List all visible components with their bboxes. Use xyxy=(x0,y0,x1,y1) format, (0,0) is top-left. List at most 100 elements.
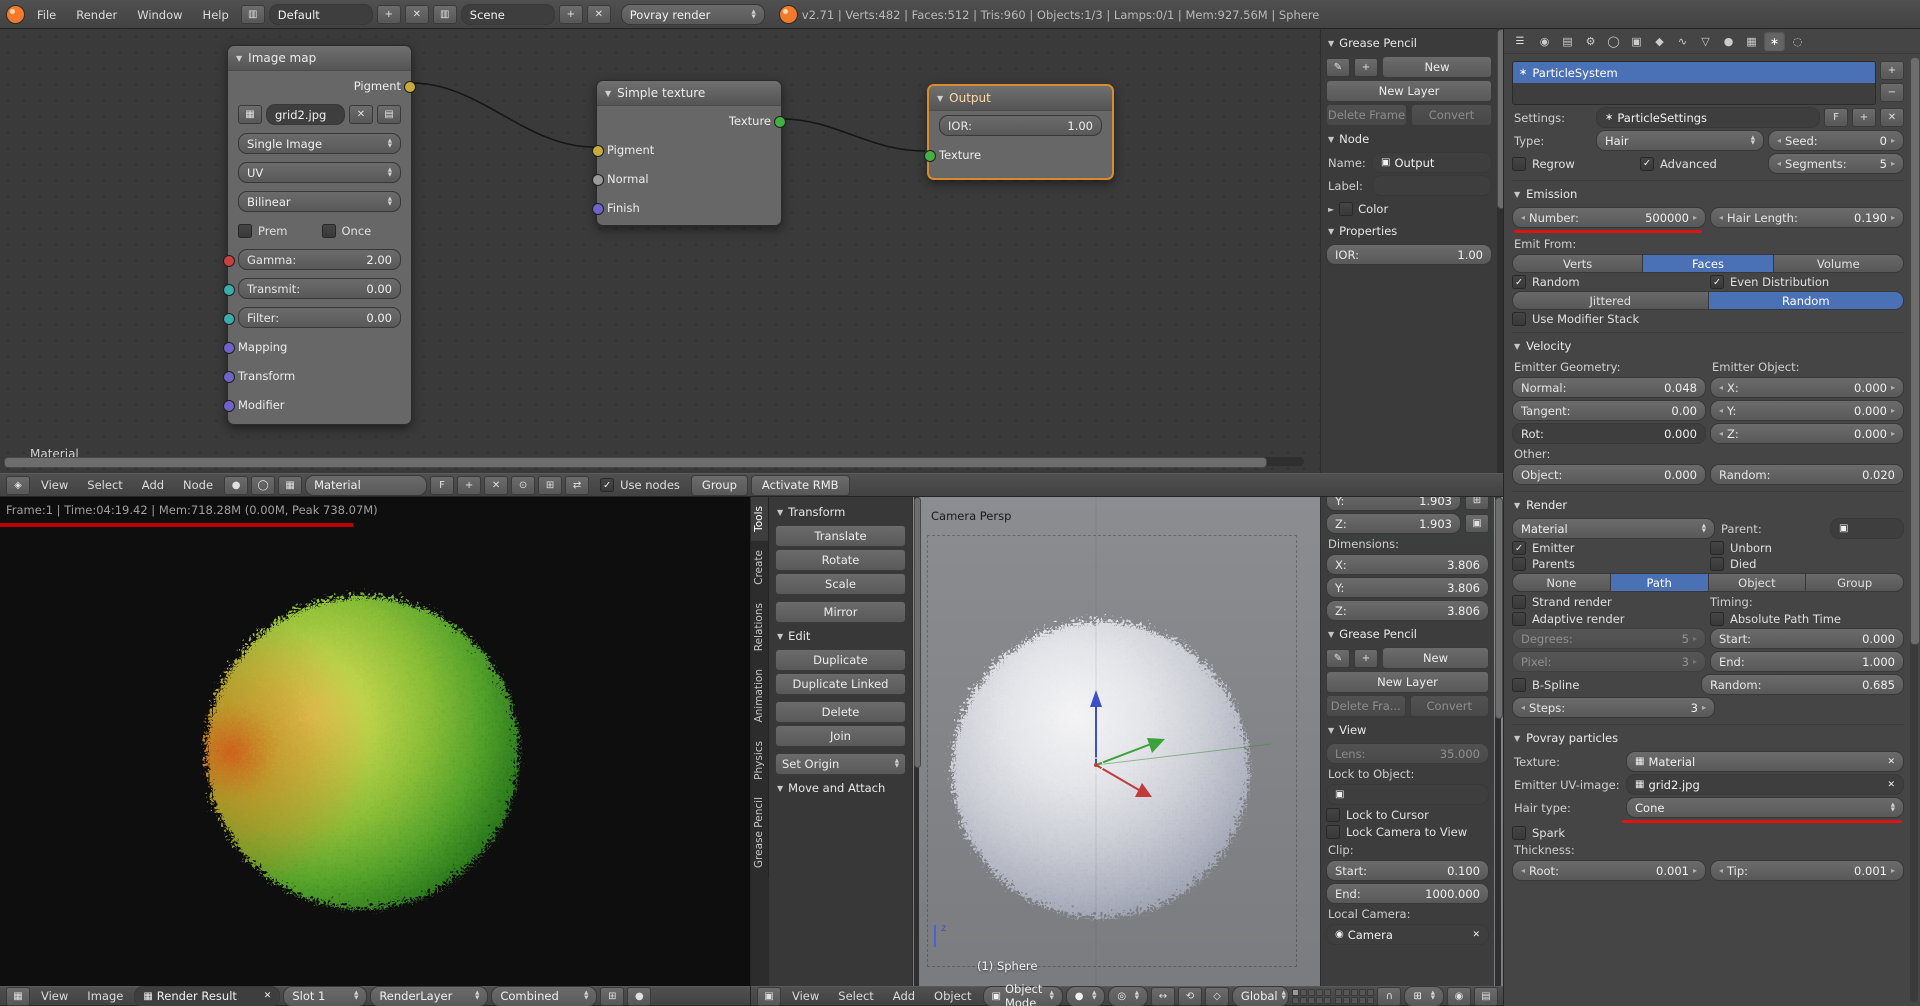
node-name-field[interactable]: Output xyxy=(1372,152,1492,173)
panel-pin-icon[interactable] xyxy=(1465,514,1489,533)
steps-field[interactable]: ◂Steps:3▸ xyxy=(1512,697,1715,718)
lock-object-field[interactable] xyxy=(1326,784,1489,805)
remove-particle-system-button[interactable] xyxy=(1880,83,1904,102)
decrement-icon[interactable]: ◂ xyxy=(1719,383,1723,392)
checkbox-icon[interactable] xyxy=(1339,202,1353,216)
increment-icon[interactable]: ▸ xyxy=(1891,429,1895,438)
add-icon[interactable] xyxy=(1354,58,1378,77)
adaptive-render-checkbox[interactable]: Adaptive render xyxy=(1512,612,1706,626)
scrollbar-thumb[interactable] xyxy=(914,497,921,768)
tab-constraints[interactable] xyxy=(1649,31,1670,51)
snap-toggle-icon[interactable] xyxy=(1377,987,1401,1006)
absolute-path-time-checkbox[interactable]: Absolute Path Time xyxy=(1710,612,1904,626)
menu-object[interactable]: Object xyxy=(926,987,979,1005)
editor-type-button[interactable] xyxy=(757,987,781,1006)
node-canvas[interactable]: Image map Pigment grid2.jpg Single Image… xyxy=(0,29,1320,473)
seed-field[interactable]: ◂Seed:0▸ xyxy=(1768,130,1904,151)
normal-field[interactable]: Normal:0.048 xyxy=(1512,377,1706,398)
gp-delete-frame-button[interactable]: Delete Frame xyxy=(1326,104,1407,126)
even-distribution-checkbox[interactable]: Even Distribution xyxy=(1710,275,1904,289)
distribution-jittered[interactable]: Jittered xyxy=(1512,291,1709,310)
pin-icon[interactable] xyxy=(511,476,535,495)
screen-layout-selector[interactable]: Default xyxy=(269,4,373,25)
render-mode-path[interactable]: Path xyxy=(1611,573,1709,592)
activate-rmb-button[interactable]: Activate RMB xyxy=(751,475,850,496)
velocity-y-field[interactable]: ◂Y:0.000▸ xyxy=(1710,400,1904,421)
gamma-input-socket[interactable] xyxy=(223,255,235,267)
tab-render[interactable] xyxy=(1534,31,1555,51)
image-name-field[interactable]: grid2.jpg xyxy=(266,104,345,125)
increment-icon[interactable]: ▸ xyxy=(1891,866,1895,875)
mode-dropdown[interactable]: Object Mode xyxy=(983,986,1063,1006)
properties-panel-header[interactable]: Properties xyxy=(1326,220,1492,242)
screen-layout-icon[interactable] xyxy=(241,5,265,24)
decrement-icon[interactable]: ◂ xyxy=(1777,136,1781,145)
properties-scrollbar[interactable] xyxy=(1910,57,1918,1002)
type-dropdown[interactable]: Hair xyxy=(1596,130,1764,151)
velocity-z-field[interactable]: ◂Z:0.000▸ xyxy=(1710,423,1904,444)
particle-settings-selector[interactable]: ParticleSettings xyxy=(1596,107,1820,128)
parent-field[interactable] xyxy=(1830,518,1904,539)
particle-system-empty-row[interactable] xyxy=(1513,83,1875,104)
parents-checkbox[interactable]: Parents xyxy=(1512,557,1706,571)
new-material-button[interactable] xyxy=(457,476,481,495)
increment-icon[interactable]: ▸ xyxy=(1693,213,1697,222)
scene-selector[interactable]: Scene xyxy=(461,4,555,25)
manipulator-translate-icon[interactable] xyxy=(1151,987,1175,1006)
menu-render[interactable]: Render xyxy=(68,6,125,24)
finish-input-socket[interactable] xyxy=(592,203,604,215)
emit-from-verts[interactable]: Verts xyxy=(1512,254,1643,273)
decrement-icon[interactable]: ◂ xyxy=(1719,429,1723,438)
close-scene-button[interactable] xyxy=(587,5,611,24)
advanced-checkbox[interactable]: Advanced xyxy=(1640,157,1764,171)
viewport-3d[interactable]: Camera Persp (1) Sphere z Tools Create R… xyxy=(751,497,1504,1006)
lock-to-cursor-checkbox[interactable]: Lock to Cursor xyxy=(1326,808,1489,822)
ior-field[interactable]: IOR:1.00 xyxy=(939,115,1102,136)
render-pass-dropdown[interactable]: Combined xyxy=(491,986,597,1006)
add-layout-button[interactable] xyxy=(377,5,401,24)
mapping-input-socket[interactable] xyxy=(223,342,235,354)
emit-from-faces[interactable]: Faces xyxy=(1643,254,1773,273)
tip-field[interactable]: ◂Tip:0.001▸ xyxy=(1710,860,1904,881)
texture-output-socket[interactable] xyxy=(774,116,786,128)
decrement-icon[interactable]: ◂ xyxy=(1521,213,1525,222)
new-settings-button[interactable] xyxy=(1852,108,1876,127)
interpolation-dropdown[interactable]: Bilinear xyxy=(238,191,401,212)
hair-type-dropdown[interactable]: Cone xyxy=(1626,797,1904,818)
gp-new-button[interactable]: New xyxy=(1382,56,1492,78)
open-image-button[interactable] xyxy=(377,105,401,124)
povray-particles-section-header[interactable]: Povray particles xyxy=(1512,724,1904,749)
group-button[interactable]: Group xyxy=(691,475,748,496)
local-camera-field[interactable]: Camera xyxy=(1326,924,1489,945)
node-sidebar-scrollbar[interactable] xyxy=(1497,29,1504,473)
shading-dropdown[interactable] xyxy=(1066,986,1106,1006)
mirror-button[interactable]: Mirror xyxy=(775,601,906,623)
viewport-sidebar-scrollbar[interactable] xyxy=(1495,497,1501,986)
tab-create[interactable]: Create xyxy=(751,541,769,594)
menu-add[interactable]: Add xyxy=(885,987,923,1005)
node-horizontal-scrollbar[interactable] xyxy=(4,457,1304,466)
clip-end-field[interactable]: End:1000.000 xyxy=(1326,883,1489,904)
root-field[interactable]: ◂Root:0.001▸ xyxy=(1512,860,1706,881)
close-icon[interactable] xyxy=(1887,780,1895,790)
emitter-checkbox[interactable]: Emitter xyxy=(1512,541,1706,555)
increment-icon[interactable]: ▸ xyxy=(1891,383,1895,392)
snap-grid-icon[interactable] xyxy=(538,476,562,495)
filter-input-socket[interactable] xyxy=(223,313,235,325)
opengl-animation-icon[interactable] xyxy=(1474,987,1498,1006)
bspline-checkbox[interactable]: B-Spline xyxy=(1512,678,1697,692)
render-canvas[interactable]: Frame:1 | Time:04:19.42 | Mem:718.28M (0… xyxy=(0,497,751,986)
dimension-y-field[interactable]: Y:3.806 xyxy=(1326,577,1489,598)
pigment-input-socket[interactable] xyxy=(592,145,604,157)
use-nodes-checkbox[interactable]: Use nodes xyxy=(600,478,680,492)
prem-checkbox[interactable]: Prem xyxy=(238,224,318,238)
menu-file[interactable]: File xyxy=(29,6,64,24)
manipulator-scale-icon[interactable] xyxy=(1205,987,1229,1006)
normal-input-socket[interactable] xyxy=(592,174,604,186)
shader-type-material-icon[interactable] xyxy=(224,476,248,495)
draw-icon[interactable] xyxy=(1326,649,1350,668)
dimension-x-field[interactable]: X:3.806 xyxy=(1326,554,1489,575)
increment-icon[interactable]: ▸ xyxy=(1891,213,1895,222)
random-path-field[interactable]: Random:0.685 xyxy=(1701,674,1904,695)
tab-relations[interactable]: Relations xyxy=(751,594,769,660)
